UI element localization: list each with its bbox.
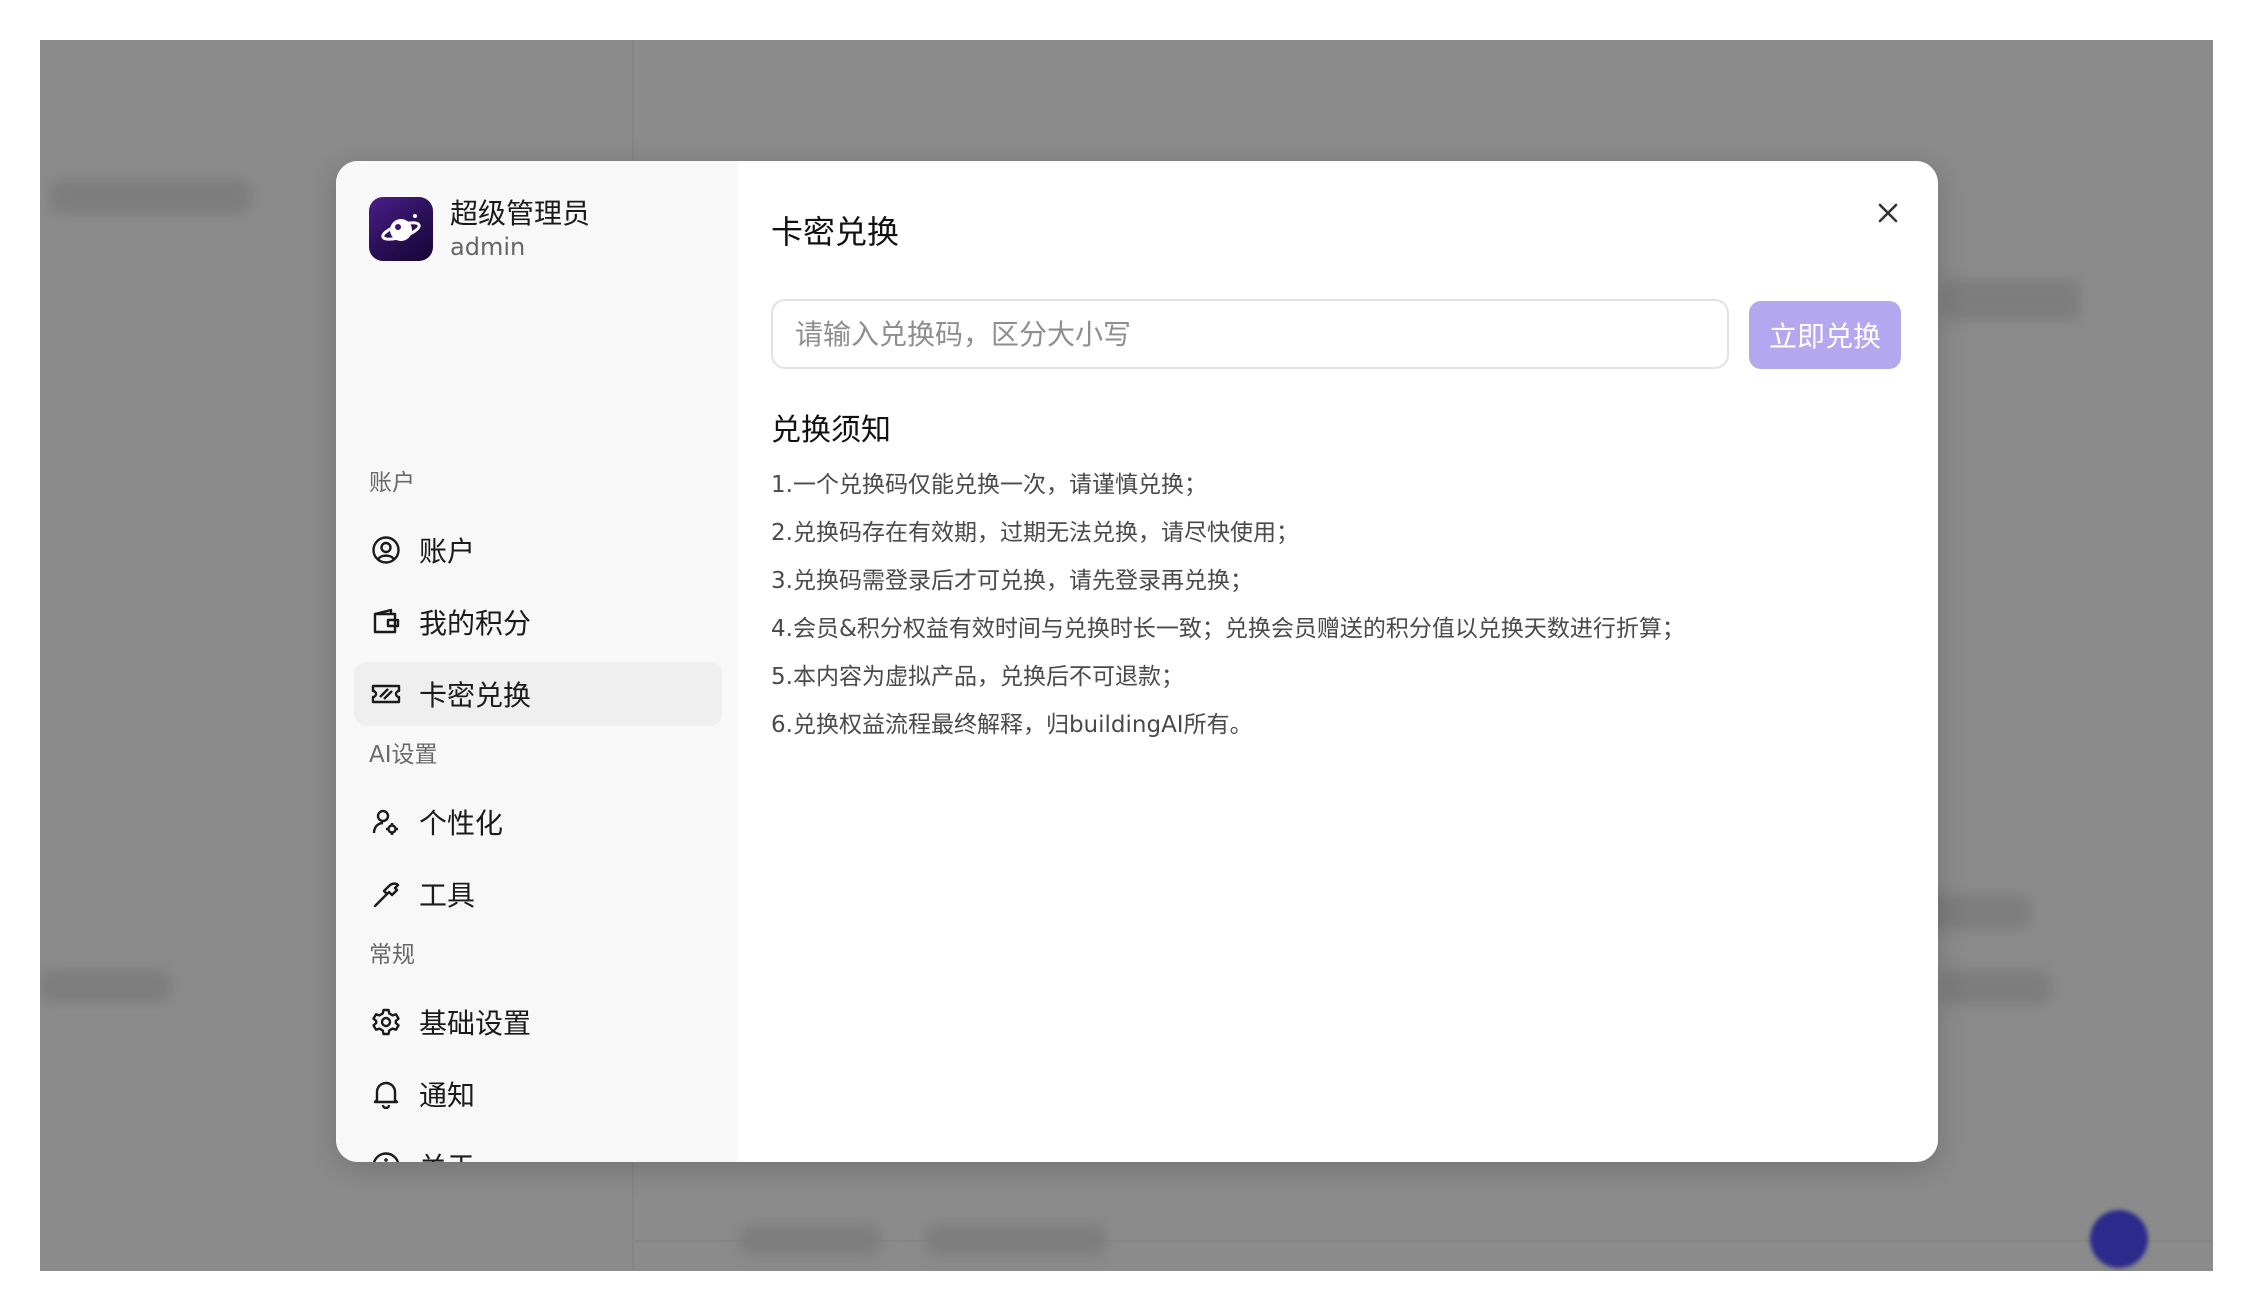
background-blurred-text	[1940, 280, 2080, 320]
settings-sidebar: 超级管理员 admin 账户 账户 我的积分 卡密兑换 AI设置 个性化 工具 …	[336, 161, 738, 1162]
settings-modal: 超级管理员 admin 账户 账户 我的积分 卡密兑换 AI设置 个性化 工具 …	[336, 161, 1938, 1162]
user-cog-icon	[369, 805, 403, 839]
wallet-icon	[369, 605, 403, 639]
sidebar-item-basic-settings[interactable]: 基础设置	[354, 990, 722, 1054]
background-fab	[2090, 1210, 2148, 1268]
redeem-now-button[interactable]: 立即兑换	[1749, 301, 1901, 369]
gear-icon	[369, 1005, 403, 1039]
sidebar-item-points[interactable]: 我的积分	[354, 590, 722, 654]
close-icon	[1878, 203, 1898, 223]
sidebar-item-label: 卡密兑换	[419, 679, 532, 712]
sidebar-item-label: 个性化	[419, 807, 504, 840]
redeem-code-input[interactable]	[771, 299, 1729, 369]
background-blurred-text	[50, 180, 250, 214]
sidebar-item-about[interactable]: 关于	[354, 1134, 722, 1162]
sidebar-item-label: 账户	[419, 535, 476, 568]
section-label-ai-settings: AI设置	[369, 742, 438, 768]
page-title: 卡密兑换	[771, 213, 900, 251]
sidebar-item-label: 基础设置	[419, 1007, 532, 1040]
user-profile: 超级管理员 admin	[369, 196, 590, 262]
close-button[interactable]	[1866, 191, 1910, 235]
sidebar-item-card-redeem[interactable]: 卡密兑换	[354, 662, 722, 726]
info-icon	[369, 1149, 403, 1162]
sidebar-item-tools[interactable]: 工具	[354, 862, 722, 926]
section-label-general: 常规	[369, 942, 415, 968]
user-name: 超级管理员	[450, 197, 591, 230]
notice-list: 1.一个兑换码仅能兑换一次，请谨慎兑换； 2.兑换码存在有效期，过期无法兑换，请…	[771, 461, 1685, 749]
notice-item: 1.一个兑换码仅能兑换一次，请谨慎兑换；	[771, 472, 1207, 498]
card-redeem-panel: 卡密兑换 立即兑换 兑换须知 1.一个兑换码仅能兑换一次，请谨慎兑换； 2.兑换…	[738, 161, 1938, 1162]
hammer-icon	[369, 877, 403, 911]
background-blurred-text	[40, 970, 170, 1002]
notice-item: 6.兑换权益流程最终解释，归buildingAI所有。	[771, 712, 1253, 738]
sidebar-item-account[interactable]: 账户	[354, 518, 722, 582]
section-label-account: 账户	[369, 470, 415, 496]
planet-avatar-icon	[369, 197, 433, 261]
sidebar-item-label: 关于	[419, 1146, 475, 1162]
notice-item: 3.兑换码需登录后才可兑换，请先登录再兑换；	[771, 568, 1253, 594]
notice-item: 5.本内容为虚拟产品，兑换后不可退款；	[771, 664, 1184, 690]
background-blurred-text	[1940, 970, 2050, 1004]
notice-title: 兑换须知	[771, 413, 891, 448]
sidebar-item-personalization[interactable]: 个性化	[354, 790, 722, 854]
background-blurred-toolbar	[740, 1225, 880, 1255]
notice-item: 4.会员&积分权益有效时间与兑换时长一致；兑换会员赠送的积分值以兑换天数进行折算…	[771, 616, 1685, 642]
sidebar-item-notifications[interactable]: 通知	[354, 1062, 722, 1126]
sidebar-item-label: 工具	[419, 879, 476, 912]
background-blurred-toolbar	[925, 1225, 1105, 1255]
user-id: admin	[450, 233, 526, 261]
user-circle-icon	[369, 533, 403, 567]
ticket-icon	[369, 677, 403, 711]
bell-icon	[369, 1077, 403, 1111]
notice-item: 2.兑换码存在有效期，过期无法兑换，请尽快使用；	[771, 520, 1299, 546]
sidebar-item-label: 通知	[419, 1079, 476, 1112]
sidebar-item-label: 我的积分	[419, 607, 532, 640]
